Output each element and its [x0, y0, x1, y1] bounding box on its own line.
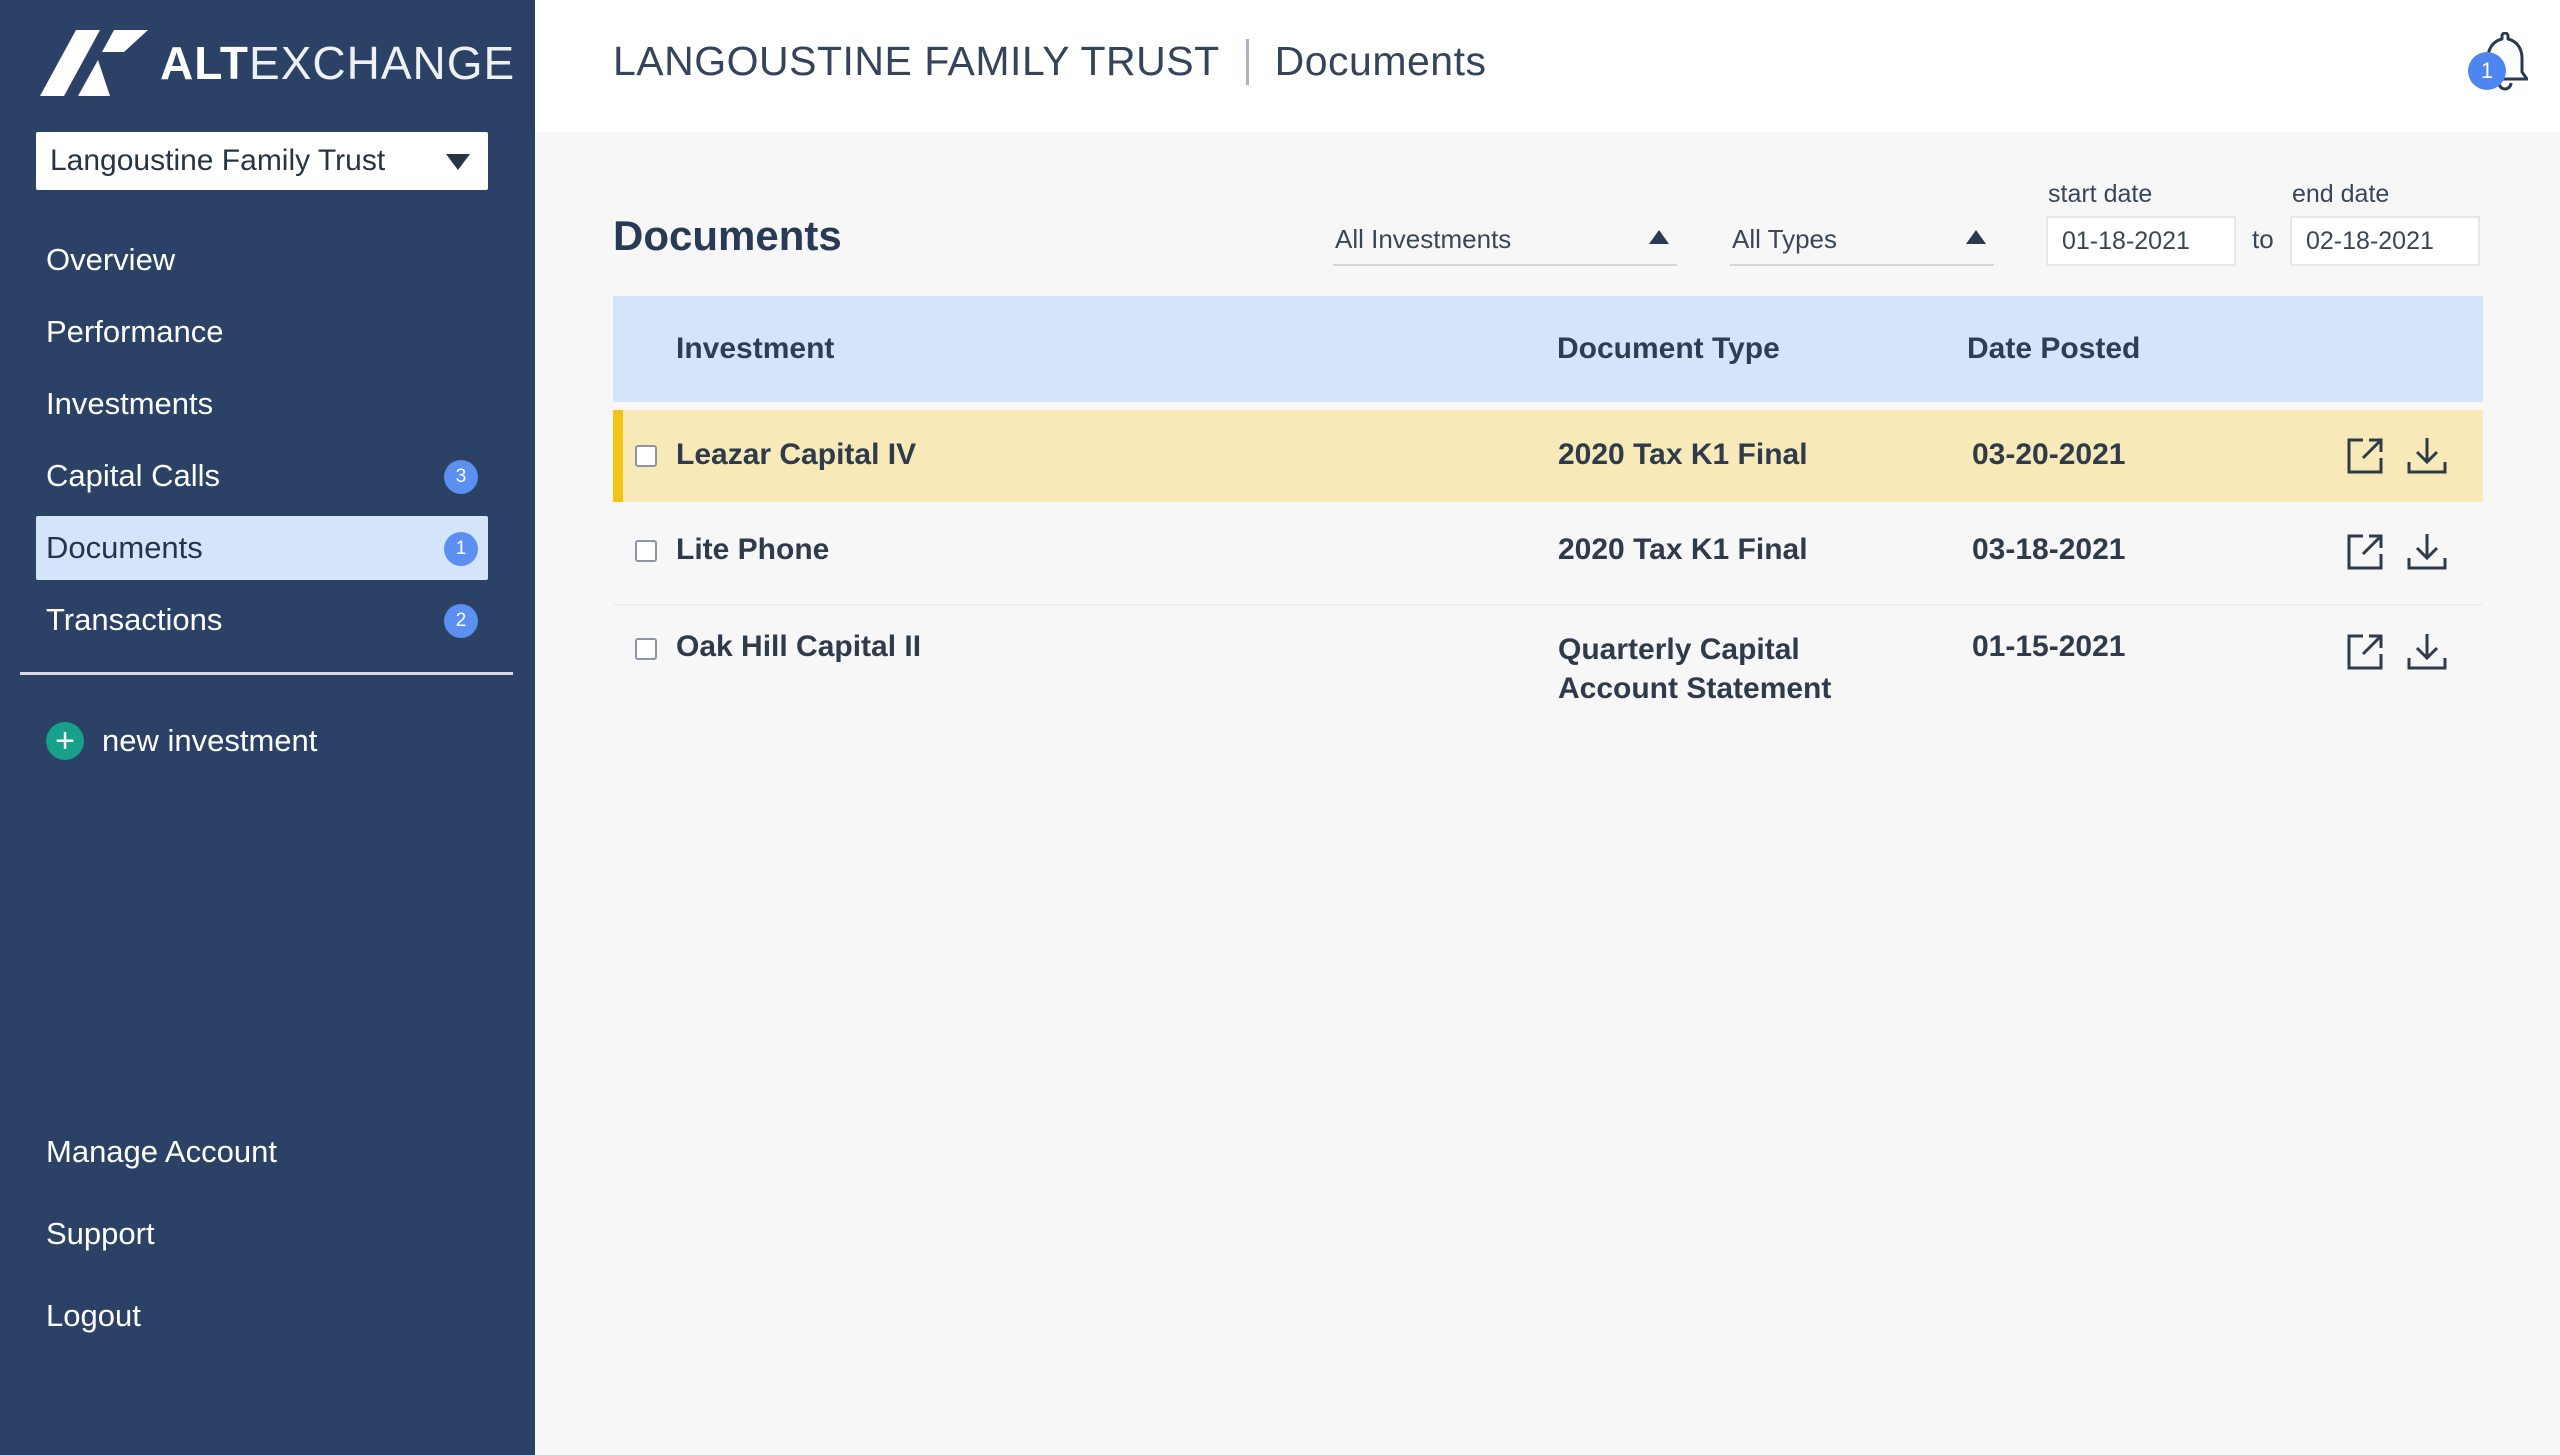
new-investment-button[interactable]: + new investment [46, 722, 317, 760]
sidebar-item-capital-calls[interactable]: Capital Calls 3 [36, 444, 488, 508]
external-link-icon[interactable] [2343, 434, 2387, 478]
end-date-input[interactable]: 02-18-2021 [2290, 216, 2480, 266]
logo-wordmark: ALTEXCHANGE [160, 37, 516, 89]
date-range-separator: to [2252, 224, 2274, 254]
app-logo[interactable]: ALTEXCHANGE [40, 28, 515, 98]
row-document-type-line: Account Statement [1558, 672, 1832, 705]
row-document-type: 2020 Tax K1 Final [1558, 438, 1808, 471]
count-badge: 3 [444, 460, 478, 494]
row-document-type-line: Quarterly Capital [1558, 633, 1800, 666]
manage-account-link[interactable]: Manage Account [46, 1122, 277, 1182]
sidebar: ALTEXCHANGE Langoustine Family Trust Ove… [0, 0, 535, 1455]
download-icon[interactable] [2405, 630, 2449, 674]
external-link-icon[interactable] [2343, 630, 2387, 674]
breadcrumb-separator [1245, 38, 1249, 85]
column-header-date-posted[interactable]: Date Posted [1967, 332, 2140, 366]
investment-filter-value: All Investments [1335, 223, 1512, 254]
row-date-posted: 01-15-2021 [1972, 630, 2126, 663]
investment-filter-select[interactable]: All Investments [1333, 214, 1677, 266]
row-checkbox[interactable] [635, 638, 657, 660]
download-icon[interactable] [2405, 530, 2449, 574]
page-title: Documents [613, 212, 842, 259]
notifications-button[interactable]: 1 [2468, 32, 2528, 96]
support-link[interactable]: Support [46, 1204, 277, 1264]
notification-badge: 1 [2468, 52, 2506, 90]
row-investment: Lite Phone [676, 533, 830, 566]
column-header-document-type[interactable]: Document Type [1557, 332, 1780, 366]
sidebar-item-label: Transactions [46, 602, 223, 637]
row-date-posted: 03-20-2021 [1972, 438, 2126, 471]
table-header: Investment Document Type Date Posted [613, 296, 2483, 402]
sidebar-nav: Overview Performance Investments Capital… [36, 228, 488, 660]
row-document-type: Quarterly Capital Account Statement [1558, 630, 1831, 708]
start-date-input[interactable]: 01-18-2021 [2046, 216, 2236, 266]
sidebar-item-overview[interactable]: Overview [36, 228, 488, 292]
sidebar-bottom-nav: Manage Account Support Logout [46, 1122, 277, 1368]
count-badge: 1 [444, 532, 478, 566]
sidebar-item-label: Investments [46, 386, 214, 421]
column-header-investment[interactable]: Investment [676, 332, 834, 366]
page-header: LANGOUSTINE FAMILY TRUST Documents 1 [535, 0, 2560, 132]
sidebar-item-investments[interactable]: Investments [36, 372, 488, 436]
documents-table: Investment Document Type Date Posted Lea… [613, 296, 2483, 726]
breadcrumb-page: Documents [1274, 38, 1487, 84]
new-investment-label: new investment [102, 723, 318, 758]
row-investment: Oak Hill Capital II [676, 630, 922, 663]
external-link-icon[interactable] [2343, 530, 2387, 574]
breadcrumb: LANGOUSTINE FAMILY TRUST Documents [613, 38, 1487, 85]
chevron-up-icon [1966, 230, 1986, 244]
table-row[interactable]: Oak Hill Capital II Quarterly Capital Ac… [613, 606, 2483, 726]
row-date-posted: 03-18-2021 [1972, 533, 2126, 566]
count-badge: 2 [444, 604, 478, 638]
sidebar-item-performance[interactable]: Performance [36, 300, 488, 364]
chevron-down-icon [446, 154, 470, 170]
sidebar-item-label: Capital Calls [46, 458, 221, 493]
breadcrumb-entity: LANGOUSTINE FAMILY TRUST [613, 38, 1220, 84]
sidebar-item-label: Performance [46, 314, 224, 349]
start-date-label: start date [2048, 180, 2153, 208]
sidebar-item-documents[interactable]: Documents 1 [36, 516, 488, 580]
plus-circle-icon: + [46, 722, 84, 760]
table-row[interactable]: Lite Phone 2020 Tax K1 Final 03-18-2021 [613, 502, 2483, 606]
download-icon[interactable] [2405, 434, 2449, 478]
sidebar-item-label: Documents [46, 530, 203, 565]
type-filter-select[interactable]: All Types [1730, 214, 1994, 266]
row-investment: Leazar Capital IV [676, 438, 917, 471]
sidebar-item-transactions[interactable]: Transactions 2 [36, 588, 488, 652]
row-document-type: 2020 Tax K1 Final [1558, 533, 1808, 566]
table-row[interactable]: Leazar Capital IV 2020 Tax K1 Final 03-2… [613, 410, 2483, 502]
row-checkbox[interactable] [635, 540, 657, 562]
end-date-label: end date [2292, 180, 2390, 208]
sidebar-item-label: Overview [46, 242, 176, 277]
chevron-up-icon [1649, 230, 1669, 244]
type-filter-value: All Types [1732, 223, 1838, 254]
account-select[interactable]: Langoustine Family Trust [36, 132, 488, 190]
row-checkbox[interactable] [635, 445, 657, 467]
sidebar-divider [20, 672, 513, 675]
altexchange-logo-icon [40, 30, 148, 96]
account-select-value: Langoustine Family Trust [50, 144, 386, 177]
logout-link[interactable]: Logout [46, 1286, 277, 1346]
